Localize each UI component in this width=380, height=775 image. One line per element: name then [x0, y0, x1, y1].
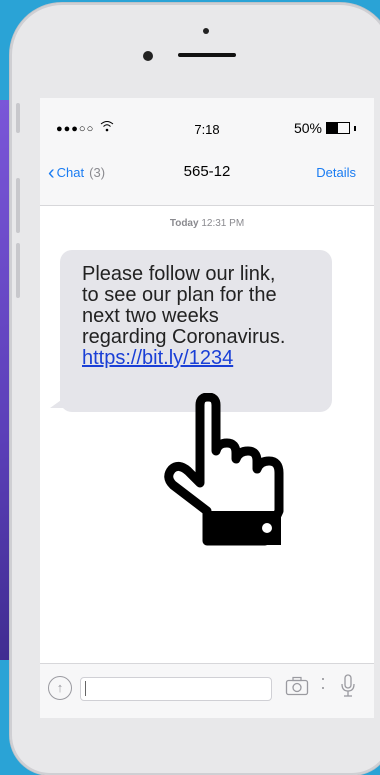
battery-tip — [354, 125, 356, 131]
battery-icon — [326, 122, 350, 134]
details-button[interactable]: Details — [316, 165, 356, 180]
phone-screen: ●●●○○ 7:18 50% ‹ Chat (3) 565-12 Details… — [40, 98, 374, 718]
earpiece-speaker — [178, 53, 236, 57]
message-line: Please follow our link, — [82, 263, 276, 285]
message-bubble: Please follow our link, to see our plan … — [60, 250, 332, 412]
timestamp-day: Today — [169, 218, 199, 229]
microphone-icon[interactable] — [340, 674, 356, 703]
mute-switch — [16, 103, 20, 133]
message-line: regarding Coronavirus. — [82, 326, 286, 348]
volume-down-button — [16, 243, 20, 298]
pointing-hand-icon — [164, 393, 284, 546]
status-bar: ●●●○○ 7:18 50% — [40, 98, 374, 143]
phone-frame: ●●●○○ 7:18 50% ‹ Chat (3) 565-12 Details… — [10, 3, 380, 775]
message-line: next two weeks — [82, 305, 219, 327]
message-input[interactable] — [80, 677, 272, 701]
front-camera — [143, 51, 153, 61]
camera-icon[interactable] — [285, 676, 309, 698]
battery-percent: 50% — [293, 120, 322, 136]
message-timestamp: Today 12:31 PM — [40, 218, 374, 229]
text-caret — [85, 681, 86, 696]
message-line: to see our plan for the — [82, 284, 277, 306]
proximity-sensor — [203, 28, 209, 34]
battery-fill — [327, 123, 338, 133]
battery-indicator: 50% — [294, 120, 356, 136]
more-dots-icon[interactable]: · · — [320, 669, 326, 696]
conversation-header: ‹ Chat (3) 565-12 Details — [40, 143, 374, 206]
timestamp-time: 12:31 PM — [201, 218, 245, 229]
arrow-up-circle-icon[interactable]: ↑ — [48, 676, 72, 700]
volume-up-button — [16, 178, 20, 233]
message-link[interactable]: https://bit.ly/1234 — [82, 348, 314, 369]
compose-bar: ↑ · · — [40, 663, 374, 718]
